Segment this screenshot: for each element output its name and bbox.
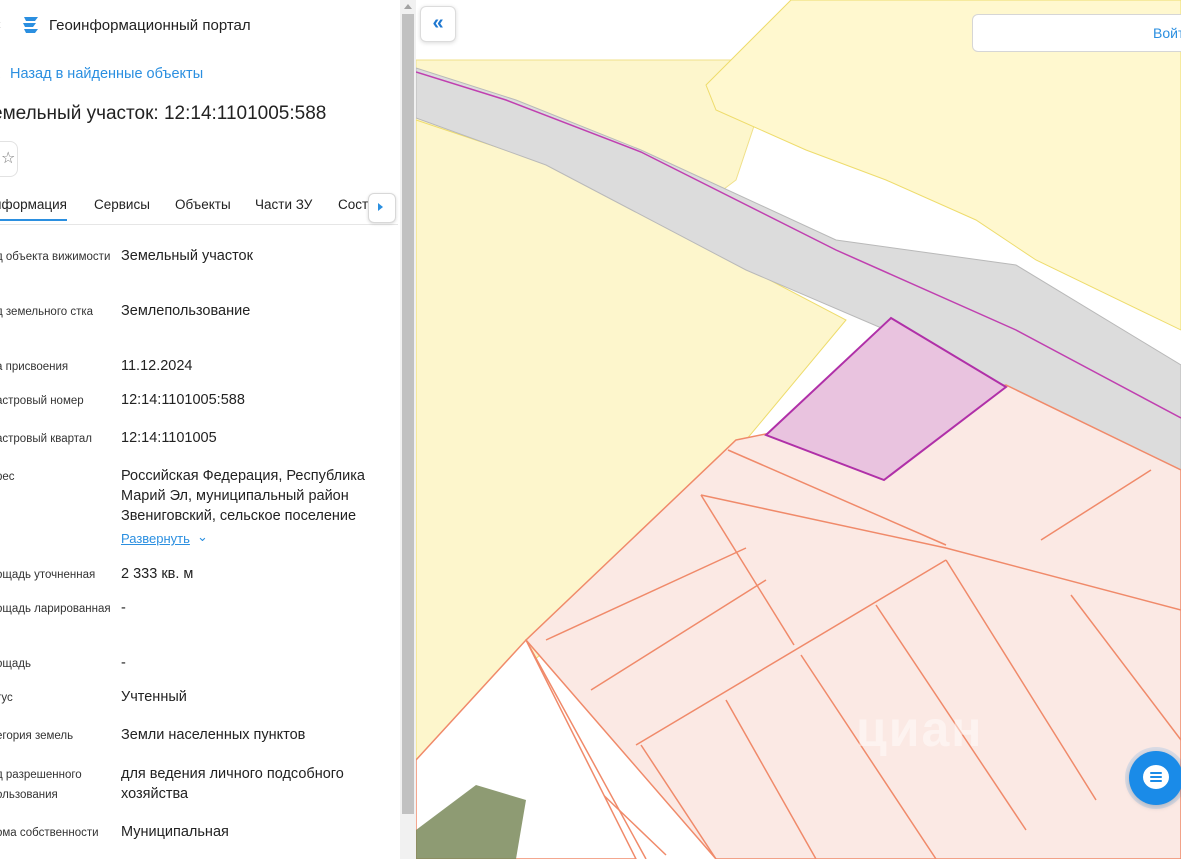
portal-logo-icon [23,17,38,33]
tabs-scroll-right-button[interactable] [368,193,396,223]
login-button[interactable]: Войт [972,14,1181,52]
property-value: Землепользование [121,303,251,319]
back-to-results-link[interactable]: Назад в найденные объекты [10,66,203,82]
panel-header: ‹ Геоинформационный портал [0,0,400,50]
watermark-text: циан [856,701,984,757]
expand-address-link[interactable]: Развернуть [121,531,190,546]
portal-title: Геоинформационный портал [49,17,251,34]
property-label: ощадь [0,658,31,670]
panel-scrollbar[interactable] [400,0,416,859]
tab-parts[interactable]: Части ЗУ [255,197,312,212]
property-label: а присвоения [0,361,69,373]
cadastral-map[interactable] [416,0,1181,859]
menu-icon[interactable]: ‹ [0,16,1,33]
page-title: емельный участок: 12:14:1101005:588 [0,103,327,124]
property-value: Учтенный [121,689,187,705]
property-label: д разрешенного ользования [0,769,82,801]
star-icon: ☆ [1,150,16,167]
property-label: ощадь уточненная [0,569,96,581]
chat-button[interactable] [1129,751,1181,805]
info-panel: ‹ Геоинформационный портал ‹ Назад в най… [0,0,400,859]
property-label: д объекта вижимости [0,251,111,263]
property-label: егория земель [0,730,74,742]
property-value: Земли населенных пунктов [121,727,306,743]
property-value: - [121,655,126,671]
property-label: ощадь ларированная [0,603,111,615]
tab-information[interactable]: нформация [0,197,67,221]
favorite-button[interactable]: ☆ [0,141,18,177]
scroll-up-icon[interactable] [404,4,412,9]
property-value: Земельный участок [121,248,253,264]
tabs-bar: нформация Сервисы Объекты Части ЗУ Соста… [0,188,398,225]
tab-objects[interactable]: Объекты [175,197,231,212]
property-label: астровый номер [0,395,84,407]
back-arrow-icon[interactable]: ‹ [0,66,1,82]
property-label: рес [0,471,15,483]
property-label: д земельного стка [0,306,94,318]
chat-icon [1143,765,1169,789]
login-label: Войт [1153,25,1181,41]
chevron-right-icon [378,203,383,211]
tab-composition[interactable]: Состав [338,197,370,212]
property-value: 11.12.2024 [121,358,193,374]
collapse-panel-button[interactable]: « [420,6,456,42]
chevron-down-icon[interactable]: ⌄ [197,529,208,545]
tab-services[interactable]: Сервисы [94,197,150,212]
map-view[interactable]: циан « Войт [416,0,1181,859]
address-value: Российская Федерация, Республика Марий Э… [121,468,365,524]
property-label: тус [0,692,13,704]
property-label: астровый квартал [0,433,92,445]
property-value: 12:14:1101005:588 [121,392,245,408]
property-value: - [121,600,126,616]
property-value: для ведения личного подсобного хозяйства [121,766,344,802]
property-value: 12:14:1101005 [121,430,217,446]
property-label: ома собственности [0,827,99,839]
property-value: 2 333 кв. м [121,566,194,582]
property-value: Муниципальная [121,824,229,840]
scrollbar-thumb[interactable] [402,14,414,814]
